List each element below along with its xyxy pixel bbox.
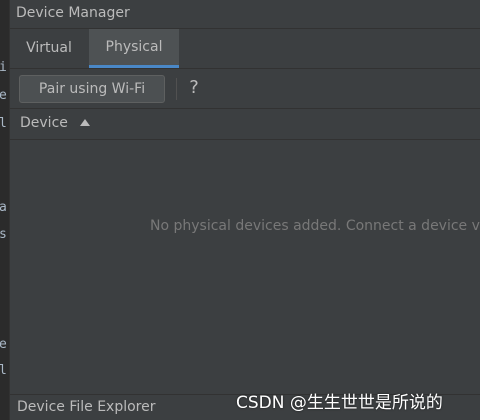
gutter-text-fragment: s xyxy=(0,228,9,242)
help-icon[interactable]: ? xyxy=(186,76,202,100)
device-manager-panel: Device Manager Virtual Physical Pair usi… xyxy=(10,0,480,420)
toolbar: Pair using Wi-Fi ? xyxy=(10,69,480,109)
gutter-text-fragment: e xyxy=(0,89,9,103)
sort-ascending-icon xyxy=(80,119,90,126)
toolbar-separator xyxy=(176,78,177,100)
gutter-text-fragment: l xyxy=(0,364,9,378)
device-file-explorer-tab[interactable]: Device File Explorer xyxy=(17,399,156,415)
device-manager-window: i e l a s e l Device Manager Virtual Phy… xyxy=(0,0,480,420)
device-table-body: No physical devices added. Connect a dev… xyxy=(10,140,480,394)
tool-window-title-bar: Device Manager xyxy=(10,0,480,29)
gutter-text-fragment: i xyxy=(0,61,9,75)
pair-using-wifi-button[interactable]: Pair using Wi-Fi xyxy=(19,75,165,103)
gutter-text-fragment: a xyxy=(0,201,9,215)
gutter-text-fragment: e xyxy=(0,338,9,352)
device-column-label: Device xyxy=(20,115,68,131)
empty-state-message: No physical devices added. Connect a dev… xyxy=(150,218,480,234)
window-title: Device Manager xyxy=(16,5,130,21)
watermark: CSDN @生生世世是所说的 xyxy=(236,393,443,413)
editor-gutter: i e l a s e l xyxy=(0,0,10,420)
tab-physical[interactable]: Physical xyxy=(89,29,179,68)
tab-bar: Virtual Physical xyxy=(10,29,480,69)
device-column-header[interactable]: Device xyxy=(10,109,480,140)
gutter-text-fragment: l xyxy=(0,117,9,131)
tab-virtual[interactable]: Virtual xyxy=(10,29,88,68)
